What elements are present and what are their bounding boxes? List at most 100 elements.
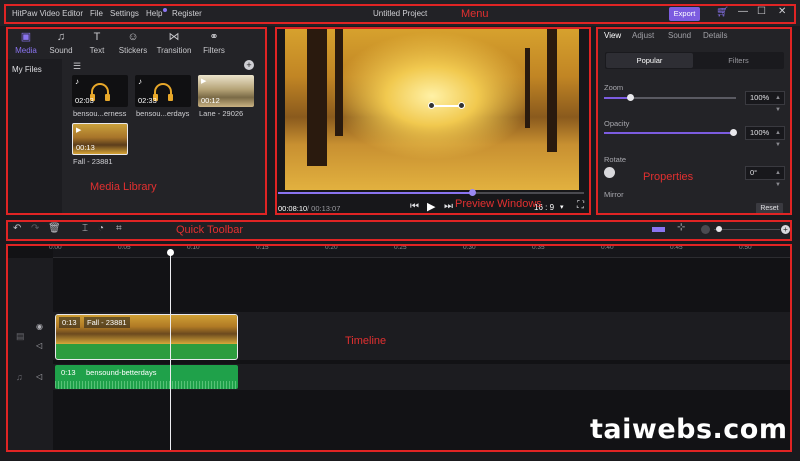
fit-icon[interactable]: ⊹: [677, 222, 685, 233]
menu-settings[interactable]: Settings: [110, 9, 139, 18]
app-title: HitPaw Video Editor: [12, 9, 83, 18]
properties-annotation-label: Properties: [643, 171, 694, 183]
audio-track-icon: ♫: [16, 372, 23, 382]
tab-media[interactable]: ▣ Media: [6, 31, 46, 55]
video-clip[interactable]: 0:13 Fall - 23881: [55, 314, 238, 360]
menu-bar: HitPaw Video Editor File Settings Help R…: [0, 0, 800, 26]
quick-toolbar: [6, 220, 792, 240]
media-item-caption: Fall - 23881: [73, 157, 113, 166]
minimize-icon[interactable]: —: [738, 6, 748, 17]
sidebar-item-my-files[interactable]: My Files: [12, 65, 42, 74]
music-note-icon: ♫: [56, 31, 66, 43]
tab-sound[interactable]: ♫ Sound: [41, 31, 81, 55]
opacity-slider[interactable]: [604, 132, 736, 134]
export-button[interactable]: Export: [669, 7, 700, 21]
timeline-annotation-label: Timeline: [345, 335, 387, 347]
tab-transition[interactable]: ⋈ Transition: [154, 31, 194, 55]
opacity-label: Opacity: [604, 119, 630, 128]
menu-annotation-label: Menu: [461, 8, 489, 20]
clip-duration: 0:13: [59, 317, 80, 328]
playhead-handle[interactable]: [167, 249, 174, 256]
text-icon: T: [93, 31, 101, 43]
play-icon[interactable]: ▶: [427, 200, 435, 213]
reset-button[interactable]: Reset: [756, 203, 783, 214]
cart-icon[interactable]: 🛒︎: [716, 7, 729, 18]
crop-icon[interactable]: ⌗: [116, 223, 122, 234]
ruler-tick: 0:30: [463, 244, 476, 251]
ruler-tick: 0:40: [601, 244, 614, 251]
toolbar-annotation-label: Quick Toolbar: [176, 224, 244, 236]
media-item[interactable]: ♪ 02:03: [72, 75, 128, 107]
ruler-tick: 0:50: [739, 244, 752, 251]
tab-details[interactable]: Details: [703, 31, 727, 40]
media-item[interactable]: ▶ 00:12: [198, 75, 254, 107]
zoom-handle-left[interactable]: [428, 102, 435, 109]
timeline-zoom-slider[interactable]: [714, 229, 780, 230]
eye-icon[interactable]: ◉: [36, 322, 43, 331]
playhead[interactable]: [170, 251, 171, 451]
preview-video[interactable]: [285, 28, 579, 190]
chevron-down-icon[interactable]: ▾: [560, 203, 564, 211]
split-icon[interactable]: ⌶: [82, 223, 88, 234]
tab-filters[interactable]: ⚭ Filters: [194, 31, 234, 55]
video-icon: ▶: [76, 127, 82, 134]
tab-sound-props[interactable]: Sound: [668, 31, 691, 40]
delete-icon[interactable]: 🗑︎: [48, 223, 61, 234]
tab-adjust[interactable]: Adjust: [632, 31, 654, 40]
previous-frame-icon[interactable]: ⏮: [410, 201, 419, 212]
ruler-tick: 0:35: [532, 244, 545, 251]
ruler-tick: 0:10: [187, 244, 200, 251]
rotate-value-field[interactable]: 0° ▲ ▼: [745, 166, 785, 188]
clip-duration: 0:13: [61, 368, 76, 377]
media-item-caption: bensou...erness: [73, 109, 127, 118]
next-frame-icon[interactable]: ⏭: [444, 201, 453, 212]
zoom-handle-right[interactable]: [458, 102, 465, 109]
zoom-in-icon[interactable]: +: [781, 225, 790, 234]
media-item[interactable]: ♪ 02:33: [135, 75, 191, 107]
redo-icon[interactable]: ↷: [31, 223, 39, 234]
library-sidebar: [6, 59, 62, 214]
tab-stickers[interactable]: ☺ Stickers: [113, 31, 153, 55]
current-time: 00:08:10: [278, 204, 308, 213]
audio-clip[interactable]: 0:13 bensound-betterdays: [55, 365, 238, 389]
timeline-zoom-knob[interactable]: [716, 226, 722, 232]
preview-annotation-label: Preview Windows: [455, 198, 542, 210]
speaker-icon[interactable]: ◁: [36, 341, 42, 350]
media-item[interactable]: ▶ 00:13: [72, 123, 128, 155]
zoom-out-icon[interactable]: [701, 225, 710, 234]
project-title: Untitled Project: [373, 9, 428, 18]
rotate-dial-icon[interactable]: [604, 167, 615, 178]
stepper-icon[interactable]: ▲ ▼: [775, 167, 781, 191]
mirror-label: Mirror: [604, 190, 624, 199]
opacity-value-field[interactable]: 100% ▲ ▼: [745, 126, 785, 148]
zoom-value-field[interactable]: 100% ▲ ▼: [745, 91, 785, 113]
segment-filters[interactable]: Filters: [694, 53, 783, 68]
close-icon[interactable]: ✕: [778, 6, 786, 17]
ruler-tick: 0:20: [325, 244, 338, 251]
stepper-icon[interactable]: ▲ ▼: [775, 92, 781, 116]
speaker-icon[interactable]: ◁: [36, 372, 42, 381]
menu-file[interactable]: File: [90, 9, 103, 18]
sort-icon[interactable]: ☰: [73, 61, 81, 72]
menu-help[interactable]: Help: [146, 9, 162, 18]
fullscreen-icon[interactable]: ⛶: [577, 200, 584, 211]
zoom-slider-knob[interactable]: [627, 94, 634, 101]
undo-icon[interactable]: ↶: [13, 223, 21, 234]
tab-text[interactable]: T Text: [77, 31, 117, 55]
tab-view[interactable]: View: [604, 31, 621, 40]
stepper-icon[interactable]: ▲ ▼: [775, 127, 781, 151]
preview-scrubber-fill: [278, 192, 472, 194]
speed-icon[interactable]: ◔: [98, 223, 104, 234]
track-header-column: [6, 258, 53, 451]
ruler-tick: 0:00: [49, 244, 62, 251]
snap-icon[interactable]: [652, 227, 665, 232]
menu-register[interactable]: Register: [172, 9, 202, 18]
maximize-icon[interactable]: ☐: [757, 6, 766, 17]
headphones-icon: [90, 83, 110, 101]
add-media-icon[interactable]: +: [244, 60, 254, 70]
media-item-caption: bensou...erdays: [136, 109, 190, 118]
segment-popular[interactable]: Popular: [606, 53, 693, 68]
preview-scrubber-knob[interactable]: [469, 189, 476, 196]
video-icon: ▶: [201, 78, 207, 85]
opacity-slider-knob[interactable]: [730, 129, 737, 136]
